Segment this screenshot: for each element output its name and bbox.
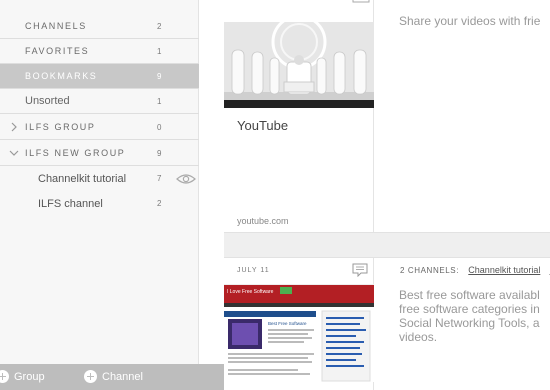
sidebar-footer: Group Channel — [0, 364, 224, 390]
feed-card[interactable]: YouTube youtube.com — [224, 0, 374, 232]
thumbnail-image: I Love Free Software Best Free Software — [224, 285, 374, 382]
eye-icon[interactable] — [176, 173, 196, 185]
sidebar-item-label: CHANNELS — [25, 21, 87, 31]
description-line: free software categories in — [399, 302, 540, 316]
sidebar-item-label: ILFS channel — [38, 197, 103, 210]
plus-icon — [0, 370, 9, 383]
video-thumbnail[interactable] — [224, 22, 374, 108]
sidebar-item-label: FAVORITES — [25, 46, 90, 56]
sidebar-item-unsorted[interactable]: Unsorted 1 — [0, 89, 199, 114]
sidebar-item-label: ILFS NEW GROUP — [25, 148, 126, 158]
feed-divider — [224, 232, 550, 258]
sidebar-item-count: 7 — [157, 174, 162, 183]
video-title[interactable]: YouTube — [237, 118, 288, 133]
sidebar-item-count: 1 — [157, 96, 162, 106]
channel-link[interactable]: Channelkit tutorial — [468, 265, 540, 275]
description-line: Social Networking Tools, a — [399, 316, 540, 330]
thumbnail-image — [224, 22, 374, 108]
sidebar-item-label: BOOKMARKS — [25, 71, 98, 81]
comment-icon[interactable] — [352, 263, 368, 277]
sidebar-item-count: 9 — [157, 148, 162, 158]
chevron-right-icon[interactable] — [9, 122, 19, 132]
add-channel-button[interactable]: Channel — [84, 370, 143, 383]
add-channel-label: Channel — [102, 370, 143, 383]
channels-line: 2 CHANNELS: Channelkit tutorial I — [400, 265, 550, 275]
sidebar: CHANNELS 2 FAVORITES 1 BOOKMARKS 9 Unsor… — [0, 0, 199, 390]
bookmark-date: JULY 11 — [237, 267, 270, 274]
video-description: Share your videos with frie — [399, 14, 541, 28]
plus-icon — [84, 370, 97, 383]
sidebar-item-count: 2 — [157, 21, 162, 31]
sidebar-group-ilfs-group[interactable]: ILFS GROUP 0 — [0, 115, 199, 140]
sidebar-item-count: 1 — [157, 46, 162, 56]
description-line: videos. — [399, 330, 438, 344]
channels-count: 2 CHANNELS: — [400, 266, 460, 275]
sidebar-item-bookmarks[interactable]: BOOKMARKS 9 — [0, 64, 199, 89]
column-gap — [199, 0, 224, 364]
sidebar-item-channels[interactable]: CHANNELS 2 — [0, 14, 199, 39]
description-line: Best free software availabl — [399, 288, 540, 302]
comment-icon[interactable] — [352, 0, 370, 4]
sidebar-item-label: ILFS GROUP — [25, 122, 96, 132]
sidebar-group-ilfs-new-group[interactable]: ILFS NEW GROUP 9 — [0, 141, 199, 166]
add-group-label: Group — [14, 370, 45, 383]
sidebar-channel-channelkit-tutorial[interactable]: Channelkit tutorial 7 — [0, 166, 199, 191]
article-thumbnail[interactable]: I Love Free Software Best Free Software — [224, 284, 374, 382]
video-domain: youtube.com — [237, 216, 289, 226]
add-group-button[interactable]: Group — [0, 370, 45, 383]
sidebar-item-count: 2 — [157, 199, 162, 208]
feed-card[interactable]: JULY 11 I Love Free Software Best Free S… — [224, 258, 374, 390]
thumb-headline: Best Free Software — [268, 321, 307, 326]
sidebar-item-count: 9 — [157, 71, 162, 81]
thumb-site-name: I Love Free Software — [227, 289, 274, 295]
sidebar-channel-ilfs-channel[interactable]: ILFS channel 2 — [0, 191, 199, 216]
sidebar-item-label: Unsorted — [25, 95, 70, 107]
sidebar-item-favorites[interactable]: FAVORITES 1 — [0, 39, 199, 64]
article-description: Best free software availabl free softwar… — [399, 288, 550, 344]
sidebar-item-count: 0 — [157, 122, 162, 132]
sidebar-item-label: Channelkit tutorial — [38, 172, 127, 185]
chevron-down-icon[interactable] — [9, 148, 19, 158]
